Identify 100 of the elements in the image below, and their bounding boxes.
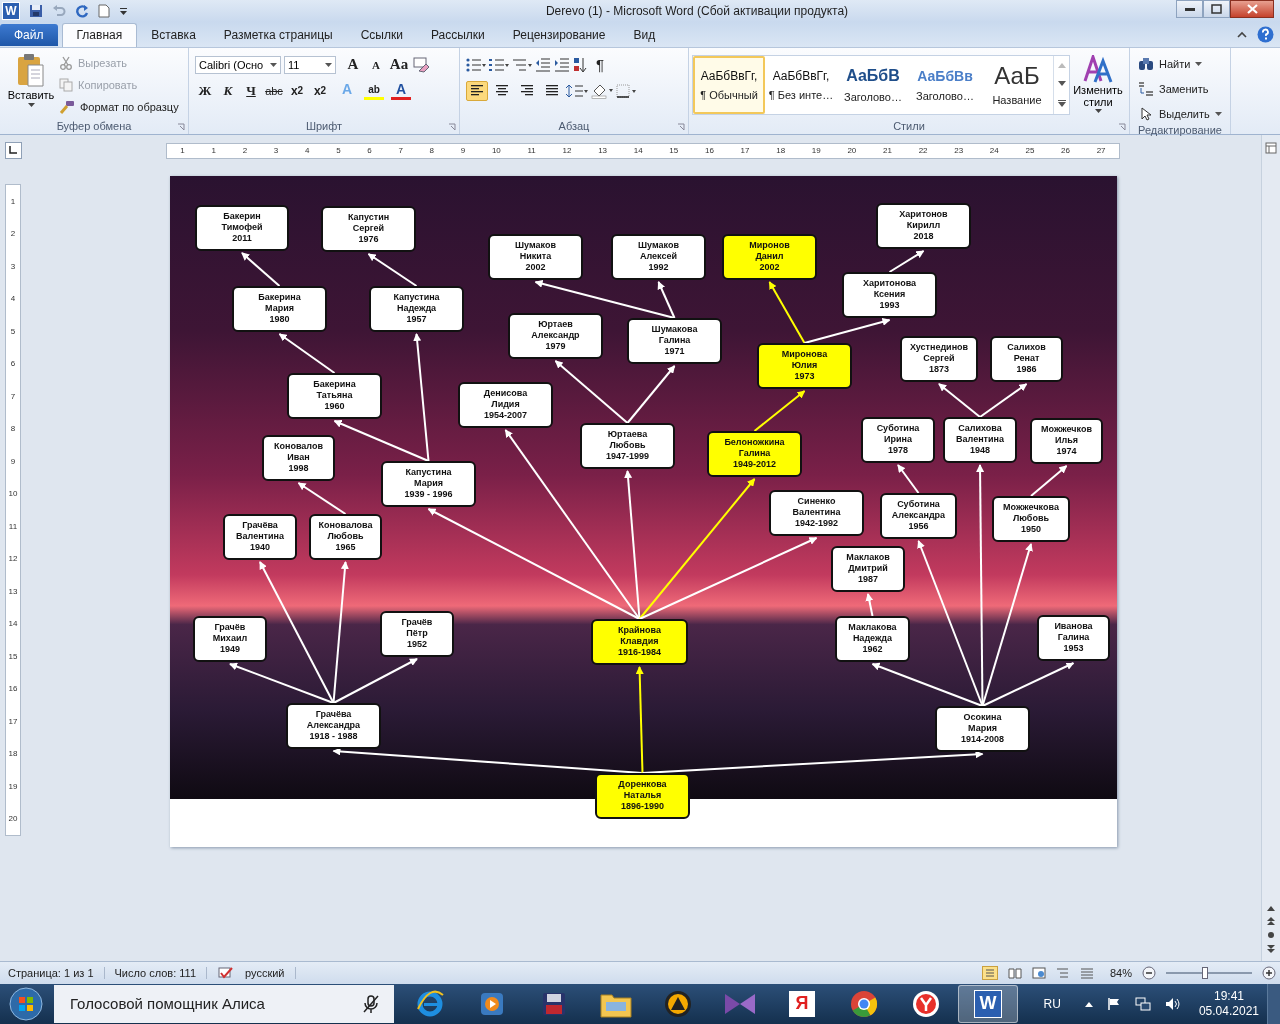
bold-button[interactable]: Ж [195,80,215,101]
page-count[interactable]: Страница: 1 из 1 [8,967,105,979]
clock[interactable]: 19:41 05.04.2021 [1198,989,1259,1019]
style-item[interactable]: АаБ Название [981,55,1053,114]
voice-assistant-search[interactable]: Голосовой помощник Алиса [54,985,394,1023]
speaker-icon[interactable] [1164,997,1181,1011]
spelling-check-icon[interactable] [217,966,236,980]
ribbon-tab[interactable]: Разметка страницы [209,23,347,47]
person-node: Бакерин Тимофей 2011 [195,204,289,251]
borders-icon[interactable] [616,83,638,98]
ribbon-tab[interactable]: Вид [619,23,670,47]
minimize-button[interactable] [1176,0,1203,18]
zoom-out-icon[interactable] [1142,966,1156,980]
zoom-slider-thumb[interactable] [1201,967,1208,979]
person-node: Грачёв Пётр 1952 [380,610,454,657]
ribbon-tab[interactable]: Рассылки [416,23,499,47]
redo-icon[interactable] [75,4,89,18]
bullet-list-icon[interactable] [466,57,486,72]
editing-action[interactable]: Найти [1138,54,1227,74]
bowtie-logo-icon [724,992,756,1016]
caret-icon [1094,108,1102,113]
ruler-toggle-icon[interactable] [1265,141,1277,154]
italic-button[interactable]: К [218,80,238,101]
font-color-button[interactable]: A [391,81,411,100]
next-page-icon[interactable] [1267,945,1275,953]
reading-view-icon[interactable] [1007,967,1022,979]
word-logo-icon[interactable]: W [2,2,20,20]
clear-formatting-icon[interactable] [412,56,430,73]
ribbon-tab[interactable]: Ссылки [346,23,417,47]
cursor-icon [1138,107,1154,122]
alignment-button[interactable] [466,80,488,101]
dialog-launcher-icon[interactable] [448,122,456,131]
shading-icon[interactable] [591,82,613,99]
previous-page-icon[interactable] [1267,917,1275,925]
editing-action[interactable]: Выделить [1138,104,1227,124]
decrease-indent-icon[interactable] [535,57,551,72]
language-indicator[interactable]: русский [245,967,296,979]
show-formatting-button[interactable]: ¶ [590,54,610,75]
connector-arrow [753,389,806,432]
scroll-up-icon[interactable] [1267,906,1275,911]
ribbon-tab[interactable]: Рецензирование [498,23,620,47]
minimize-icon [1184,7,1195,11]
line-spacing-icon[interactable] [566,83,588,98]
strikethrough-button[interactable]: abc [264,80,284,101]
zoom-in-icon[interactable] [1262,966,1276,980]
tab-stop-icon [9,146,17,155]
sort-icon[interactable] [573,56,587,73]
highlight-button[interactable]: ab [364,81,384,100]
group-label: Шрифт [305,120,343,133]
ribbon-tab[interactable]: Главная [61,22,138,47]
web-layout-icon[interactable] [1031,967,1046,979]
taskbar-app[interactable]: W [958,985,1018,1023]
ribbon-tab[interactable]: Вставка [137,23,210,47]
underline-button[interactable]: Ч [241,80,261,101]
person-node: Коновалова Любовь 1965 [309,513,382,560]
paste-button[interactable]: Вставить [3,51,59,119]
save-icon[interactable] [29,4,43,18]
tab-selector-button[interactable] [4,141,22,159]
word-count[interactable]: Число слов: 111 [114,967,208,979]
style-item[interactable]: АаБбВвГг, ¶ Обычный [693,55,765,114]
style-item[interactable]: АаБбВв Заголово… [909,55,981,114]
taskbar-app[interactable]: Я [772,985,832,1023]
editing-action[interactable]: Заменить [1138,79,1227,99]
muted-microphone-icon[interactable] [362,994,380,1014]
increase-indent-icon[interactable] [554,57,570,72]
flag-icon[interactable] [1106,997,1121,1011]
change-styles-button[interactable]: Изменить стили [1070,51,1126,119]
scroll-down-icon[interactable] [1057,81,1066,87]
close-button[interactable] [1230,0,1274,18]
maximize-button[interactable] [1203,0,1230,18]
font-size-field[interactable]: 11 [284,55,336,74]
person-node: Хустнединов Сергей 1873 [900,335,978,382]
show-hidden-icons-icon[interactable] [1084,1001,1093,1007]
person-node: Юртаев Александр 1979 [508,312,603,359]
help-icon[interactable] [1257,25,1274,43]
zoom-level[interactable]: 84% [1109,967,1132,979]
more-styles-icon[interactable] [1057,100,1066,108]
dialog-launcher-icon[interactable] [677,122,685,131]
dialog-launcher-icon[interactable] [177,122,185,131]
brush-icon [59,100,75,115]
clipboard-action[interactable]: Формат по образцу [59,97,179,117]
network-icon[interactable] [1134,997,1151,1011]
person-node: Грачёва Валентина 1940 [223,513,297,560]
dialog-launcher-icon[interactable] [1118,122,1126,131]
style-item[interactable]: АаБбВвГг, ¶ Без инте… [765,55,837,114]
collapse-ribbon-icon[interactable] [1237,30,1247,38]
style-item[interactable]: АаБбВ Заголово… [837,55,909,114]
numbered-list-icon[interactable] [489,57,509,72]
document-icon[interactable] [98,4,110,18]
browse-object-icon[interactable] [1267,931,1275,939]
grow-font-button[interactable]: A [343,54,363,75]
ribbon-tab[interactable]: Файл [0,23,58,46]
person-node: Харитонов Кирилл 2018 [876,202,971,249]
change-case-button[interactable]: Aa [389,54,409,75]
font-name-field[interactable]: Calibri (Осно [195,55,281,74]
keyboard-language[interactable]: RU [1043,997,1061,1011]
group-label: Редактирование [1138,123,1222,136]
person-node: Осокина Мария 1914-2008 [935,705,1030,752]
shrink-font-button[interactable]: A [366,54,386,75]
multilevel-list-icon[interactable] [512,57,532,72]
